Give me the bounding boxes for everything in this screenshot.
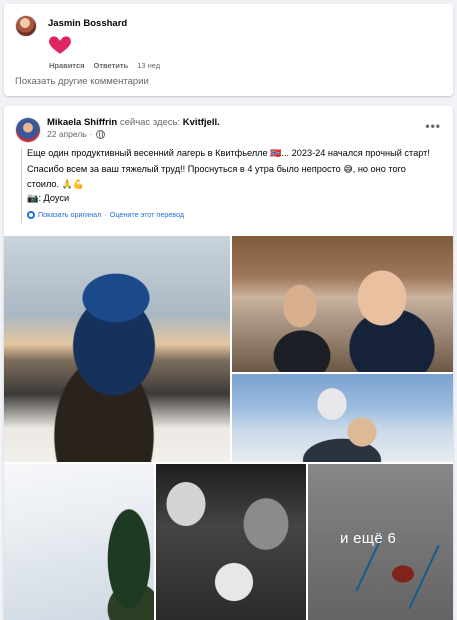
post-author-name[interactable]: Mikaela Shiffrin: [47, 117, 117, 128]
photo-1[interactable]: [4, 236, 230, 462]
location-link[interactable]: Kvitfjell.: [183, 117, 220, 128]
comment-timestamp[interactable]: 13 нед: [137, 61, 160, 70]
photo-6-more[interactable]: и ещё 6: [308, 464, 453, 620]
translation-border: [21, 148, 22, 223]
pray-muscle-icon: 🙏💪: [61, 180, 85, 190]
photo-4[interactable]: [4, 464, 154, 620]
post-date[interactable]: 22 апрель: [47, 129, 87, 139]
photo-2[interactable]: [232, 236, 453, 372]
norway-flag-icon: 🇳🇴: [270, 149, 282, 159]
post-header: Mikaela Shiffrin сейчас здесь: Kvitfjell…: [47, 117, 220, 128]
show-original-link[interactable]: Показать оригинал: [38, 210, 101, 219]
sweat-smile-icon: 😅: [343, 164, 353, 175]
post-author-avatar[interactable]: [15, 117, 41, 143]
commenter-avatar[interactable]: [15, 15, 37, 37]
more-options-icon[interactable]: •••: [425, 119, 441, 133]
photo-credit: 📷: Доуси: [27, 193, 70, 203]
post-meta: 22 апрель ·: [47, 129, 105, 139]
show-more-comments-link[interactable]: Показать другие комментарии: [15, 76, 149, 87]
photo-5[interactable]: [156, 464, 306, 620]
camera-icon: 📷: [27, 193, 39, 203]
reply-button[interactable]: Ответить: [94, 61, 129, 70]
translate-icon: [27, 210, 35, 219]
more-photos-label[interactable]: и ещё 6: [340, 530, 396, 547]
photo-3[interactable]: [232, 374, 453, 462]
post-card: Mikaela Shiffrin сейчас здесь: Kvitfjell…: [4, 106, 453, 620]
comment-actions: Нравится Ответить 13 нед: [49, 61, 160, 70]
translation-bar: Показать оригинал · Оцените этот перевод: [27, 210, 184, 219]
comment-card: Jasmin Bosshard Нравится Ответить 13 нед…: [4, 4, 453, 96]
heart-icon: [49, 36, 71, 54]
rate-translation-link[interactable]: Оцените этот перевод: [110, 210, 184, 219]
post-text: Еще один продуктивный весенний лагерь в …: [27, 146, 439, 193]
commenter-name[interactable]: Jasmin Bosshard: [48, 18, 127, 29]
here-label: сейчас здесь:: [119, 117, 181, 128]
globe-icon: [95, 129, 105, 139]
like-button[interactable]: Нравится: [49, 61, 85, 70]
